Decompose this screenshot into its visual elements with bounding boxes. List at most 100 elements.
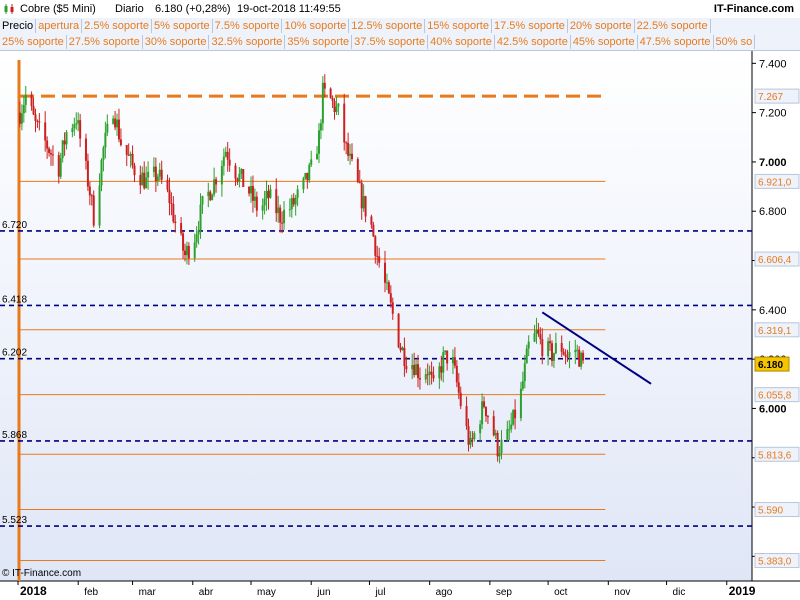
candle-body xyxy=(547,341,550,357)
candle-body xyxy=(360,182,363,209)
candle-body xyxy=(554,343,557,354)
candle-body xyxy=(20,113,23,124)
candle-body xyxy=(417,364,420,378)
candle-body xyxy=(277,207,280,214)
candle-body xyxy=(116,119,119,128)
candle-body xyxy=(539,334,542,339)
candle-body xyxy=(519,388,522,419)
candle-body xyxy=(525,348,528,364)
candle-body xyxy=(541,338,544,357)
x-tick-label: abr xyxy=(199,587,214,598)
candle-body xyxy=(444,350,447,353)
candle-body xyxy=(564,354,567,357)
candle-body xyxy=(523,363,526,382)
candle-body xyxy=(240,169,243,174)
candle-body xyxy=(290,198,293,210)
candle-body xyxy=(236,178,239,182)
candle-body xyxy=(335,106,338,112)
x-tick-label: jul xyxy=(374,587,385,598)
y-tick-label: 6.800 xyxy=(759,206,787,218)
candle-body xyxy=(180,222,183,234)
candle-body xyxy=(145,177,148,189)
candle-body xyxy=(481,401,484,425)
candle-body xyxy=(506,429,509,440)
price-chart[interactable]: 7.4007.2007.0006.8006.6006.4006.2006.000… xyxy=(0,0,800,600)
candle-body xyxy=(358,181,361,183)
candle-body xyxy=(238,173,241,182)
candle-body xyxy=(576,349,579,351)
candle-body xyxy=(426,374,429,376)
x-tick-label: feb xyxy=(84,587,98,598)
candle-body xyxy=(172,203,175,222)
candle-body xyxy=(370,216,373,225)
candle-body xyxy=(512,409,515,425)
candle-body xyxy=(329,88,332,99)
candle-body xyxy=(405,366,408,370)
candle-body xyxy=(71,128,74,133)
y-tick-label: 7.200 xyxy=(759,108,787,120)
level-label: 5.523 xyxy=(2,515,27,526)
candle-body xyxy=(168,189,171,204)
x-tick-label: mar xyxy=(139,587,157,598)
y-tick-label: 7.400 xyxy=(759,58,787,70)
candle-body xyxy=(207,191,210,197)
candle-body xyxy=(255,196,258,211)
candle-body xyxy=(32,106,35,115)
candle-body xyxy=(63,140,66,145)
candle-body xyxy=(496,432,499,457)
candle-body xyxy=(473,433,476,440)
candle-body xyxy=(533,333,536,342)
candle-body xyxy=(397,313,400,348)
candle-body xyxy=(479,424,482,434)
y-tick-label: 6.000 xyxy=(759,403,787,415)
candle-body xyxy=(187,245,190,259)
candle-body xyxy=(228,159,231,166)
candle-body xyxy=(242,169,245,188)
candle-body xyxy=(100,159,103,186)
candle-body xyxy=(38,121,41,123)
candle-body xyxy=(267,190,270,198)
x-tick-label: 2018 xyxy=(20,584,47,598)
candle-body xyxy=(568,352,571,357)
candle-body xyxy=(131,153,134,166)
candle-body xyxy=(459,392,462,407)
candle-body xyxy=(24,94,27,105)
candle-body xyxy=(152,166,155,172)
level-label: 6.055,8 xyxy=(758,391,792,402)
candle-body xyxy=(220,165,223,185)
candle-body xyxy=(376,255,379,257)
candle-body xyxy=(143,172,146,189)
candle-body xyxy=(213,179,216,195)
candle-body xyxy=(50,152,53,155)
candle-body xyxy=(442,352,445,373)
candle-body xyxy=(323,82,326,89)
candle-body xyxy=(197,230,200,235)
candle-body xyxy=(566,356,569,358)
candle-body xyxy=(446,350,449,364)
candle-body xyxy=(34,114,37,121)
candle-body xyxy=(418,377,421,380)
candle-body xyxy=(77,120,80,124)
level-label: 5.813,6 xyxy=(758,450,792,461)
candle-body xyxy=(265,190,268,199)
level-label: 6.921,0 xyxy=(758,177,792,188)
candle-body xyxy=(514,409,517,419)
candle-body xyxy=(356,159,359,182)
x-tick-label: dic xyxy=(673,587,686,598)
candle-body xyxy=(424,374,427,380)
candle-body xyxy=(331,98,334,101)
candle-body xyxy=(160,169,163,180)
candle-body xyxy=(201,196,204,205)
candle-body xyxy=(399,347,402,351)
candle-body xyxy=(508,429,511,431)
candle-body xyxy=(182,233,185,251)
x-tick-label: oct xyxy=(554,587,568,598)
x-tick-label: nov xyxy=(614,587,630,598)
candle-body xyxy=(483,401,486,407)
candle-body xyxy=(279,207,282,223)
level-label: 5.590 xyxy=(758,506,783,517)
candle-body xyxy=(321,82,324,124)
candle-body xyxy=(310,159,313,165)
candle-body xyxy=(154,166,157,182)
candle-body xyxy=(22,104,25,114)
